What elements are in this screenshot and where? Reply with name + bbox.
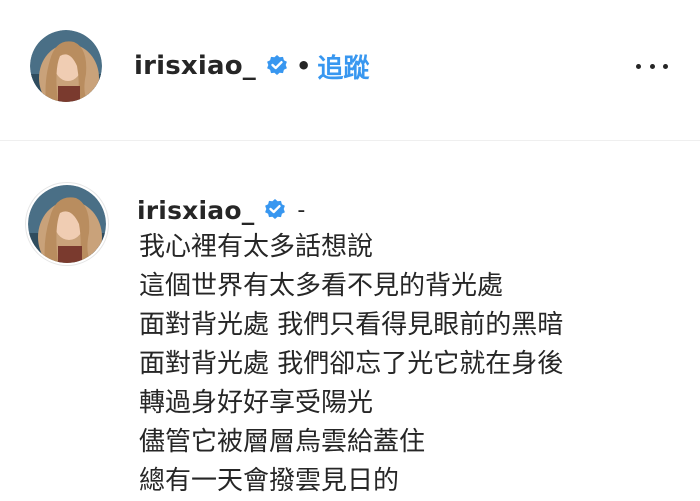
profile-avatar[interactable] xyxy=(30,30,102,102)
header-divider xyxy=(0,140,700,141)
more-dot xyxy=(636,63,641,69)
verified-badge-icon xyxy=(265,54,289,78)
caption-line: 這個世界有太多看不見的背光處 xyxy=(139,271,504,301)
caption-line: 轉過身好好享受陽光 xyxy=(139,388,374,418)
header-username[interactable]: irisxiao_ xyxy=(134,51,256,81)
caption-line: 總有一天會撥雲見日的 xyxy=(139,466,400,496)
caption-dash: - xyxy=(297,197,306,223)
comment-username[interactable]: irisxiao_ xyxy=(137,196,254,225)
comment-avatar[interactable] xyxy=(28,185,106,263)
verified-badge-icon xyxy=(263,198,287,222)
caption-line: 儘管它被層層烏雲給蓋住 xyxy=(139,427,426,457)
caption-text: 我心裡有太多話想說 這個世界有太多看不見的背光處 面對背光處 我們只看得見眼前的… xyxy=(139,228,563,501)
more-options-icon[interactable] xyxy=(632,50,672,82)
separator-dot: • xyxy=(296,52,312,80)
caption-line: 我心裡有太多話想說 xyxy=(139,232,374,262)
follow-button[interactable]: 追蹤 xyxy=(317,48,369,85)
caption-line: 面對背光處 我們卻忘了光它就在身後 xyxy=(139,349,564,379)
caption-line: 面對背光處 我們只看得見眼前的黑暗 xyxy=(139,310,564,340)
post-header: irisxiao_ • 追蹤 xyxy=(0,0,700,138)
more-dot xyxy=(663,63,668,69)
comment-avatar-image xyxy=(28,185,106,263)
avatar-image xyxy=(30,30,102,102)
header-user-row: irisxiao_ • 追蹤 xyxy=(134,48,369,85)
more-dot xyxy=(649,63,655,69)
comment-user-row: irisxiao_ - xyxy=(137,193,305,227)
